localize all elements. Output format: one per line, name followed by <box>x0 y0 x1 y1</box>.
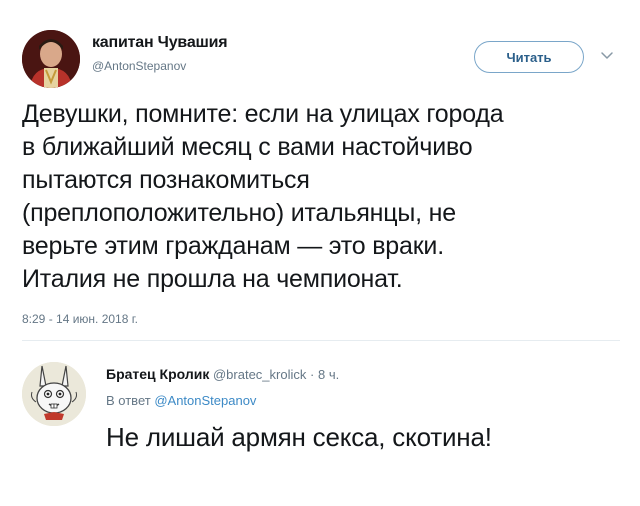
follow-button[interactable]: Читать <box>474 41 584 73</box>
tweet-text-line: верьте этим гражданам — это враки. <box>22 232 444 260</box>
author-handle[interactable]: @AntonStepanov <box>92 59 186 73</box>
author-avatar-image <box>22 30 80 88</box>
author-avatar[interactable] <box>22 30 80 88</box>
tweet-page: капитан Чувашия @AntonStepanov Читать Де… <box>0 0 640 506</box>
tweet-text-line: Италия не прошла на чемпионат. <box>22 265 403 293</box>
author-name[interactable]: капитан Чувашия <box>92 34 228 52</box>
reply-context-prefix: В ответ <box>106 393 151 408</box>
chevron-down-icon[interactable] <box>600 50 614 62</box>
reply-context-handle[interactable]: @AntonStepanov <box>154 393 256 408</box>
reply-author-name[interactable]: Братец Кролик <box>106 366 209 382</box>
tweet-text-line: пытаются познакомиться <box>22 166 310 194</box>
reply-context: В ответ @AntonStepanov <box>106 393 256 408</box>
meta-separator: · <box>310 367 315 382</box>
tweet-text-line: Девушки, помните: если на улицах города <box>22 100 504 128</box>
reply-avatar-image <box>22 362 86 426</box>
reply-time-ago[interactable]: 8 ч. <box>318 367 339 382</box>
tweet-text-line: (преплоположительно) итальянцы, не <box>22 199 456 227</box>
reply-meta: Братец Кролик @bratec_krolick · 8 ч. <box>106 366 339 382</box>
tweet-text-line: в ближайший месяц с вами настойчиво <box>22 133 473 161</box>
tweet-timestamp[interactable]: 8:29 - 14 июн. 2018 г. <box>22 312 138 326</box>
tweet-text: Девушки, помните: если на улицах города … <box>22 98 622 296</box>
tweet-header: капитан Чувашия @AntonStepanov Читать <box>22 30 622 90</box>
reply-avatar[interactable] <box>22 362 86 426</box>
reply-text: Не лишай армян секса, скотина! <box>106 422 492 452</box>
reply-author-handle[interactable]: @bratec_krolick <box>213 367 306 382</box>
divider <box>22 340 620 341</box>
